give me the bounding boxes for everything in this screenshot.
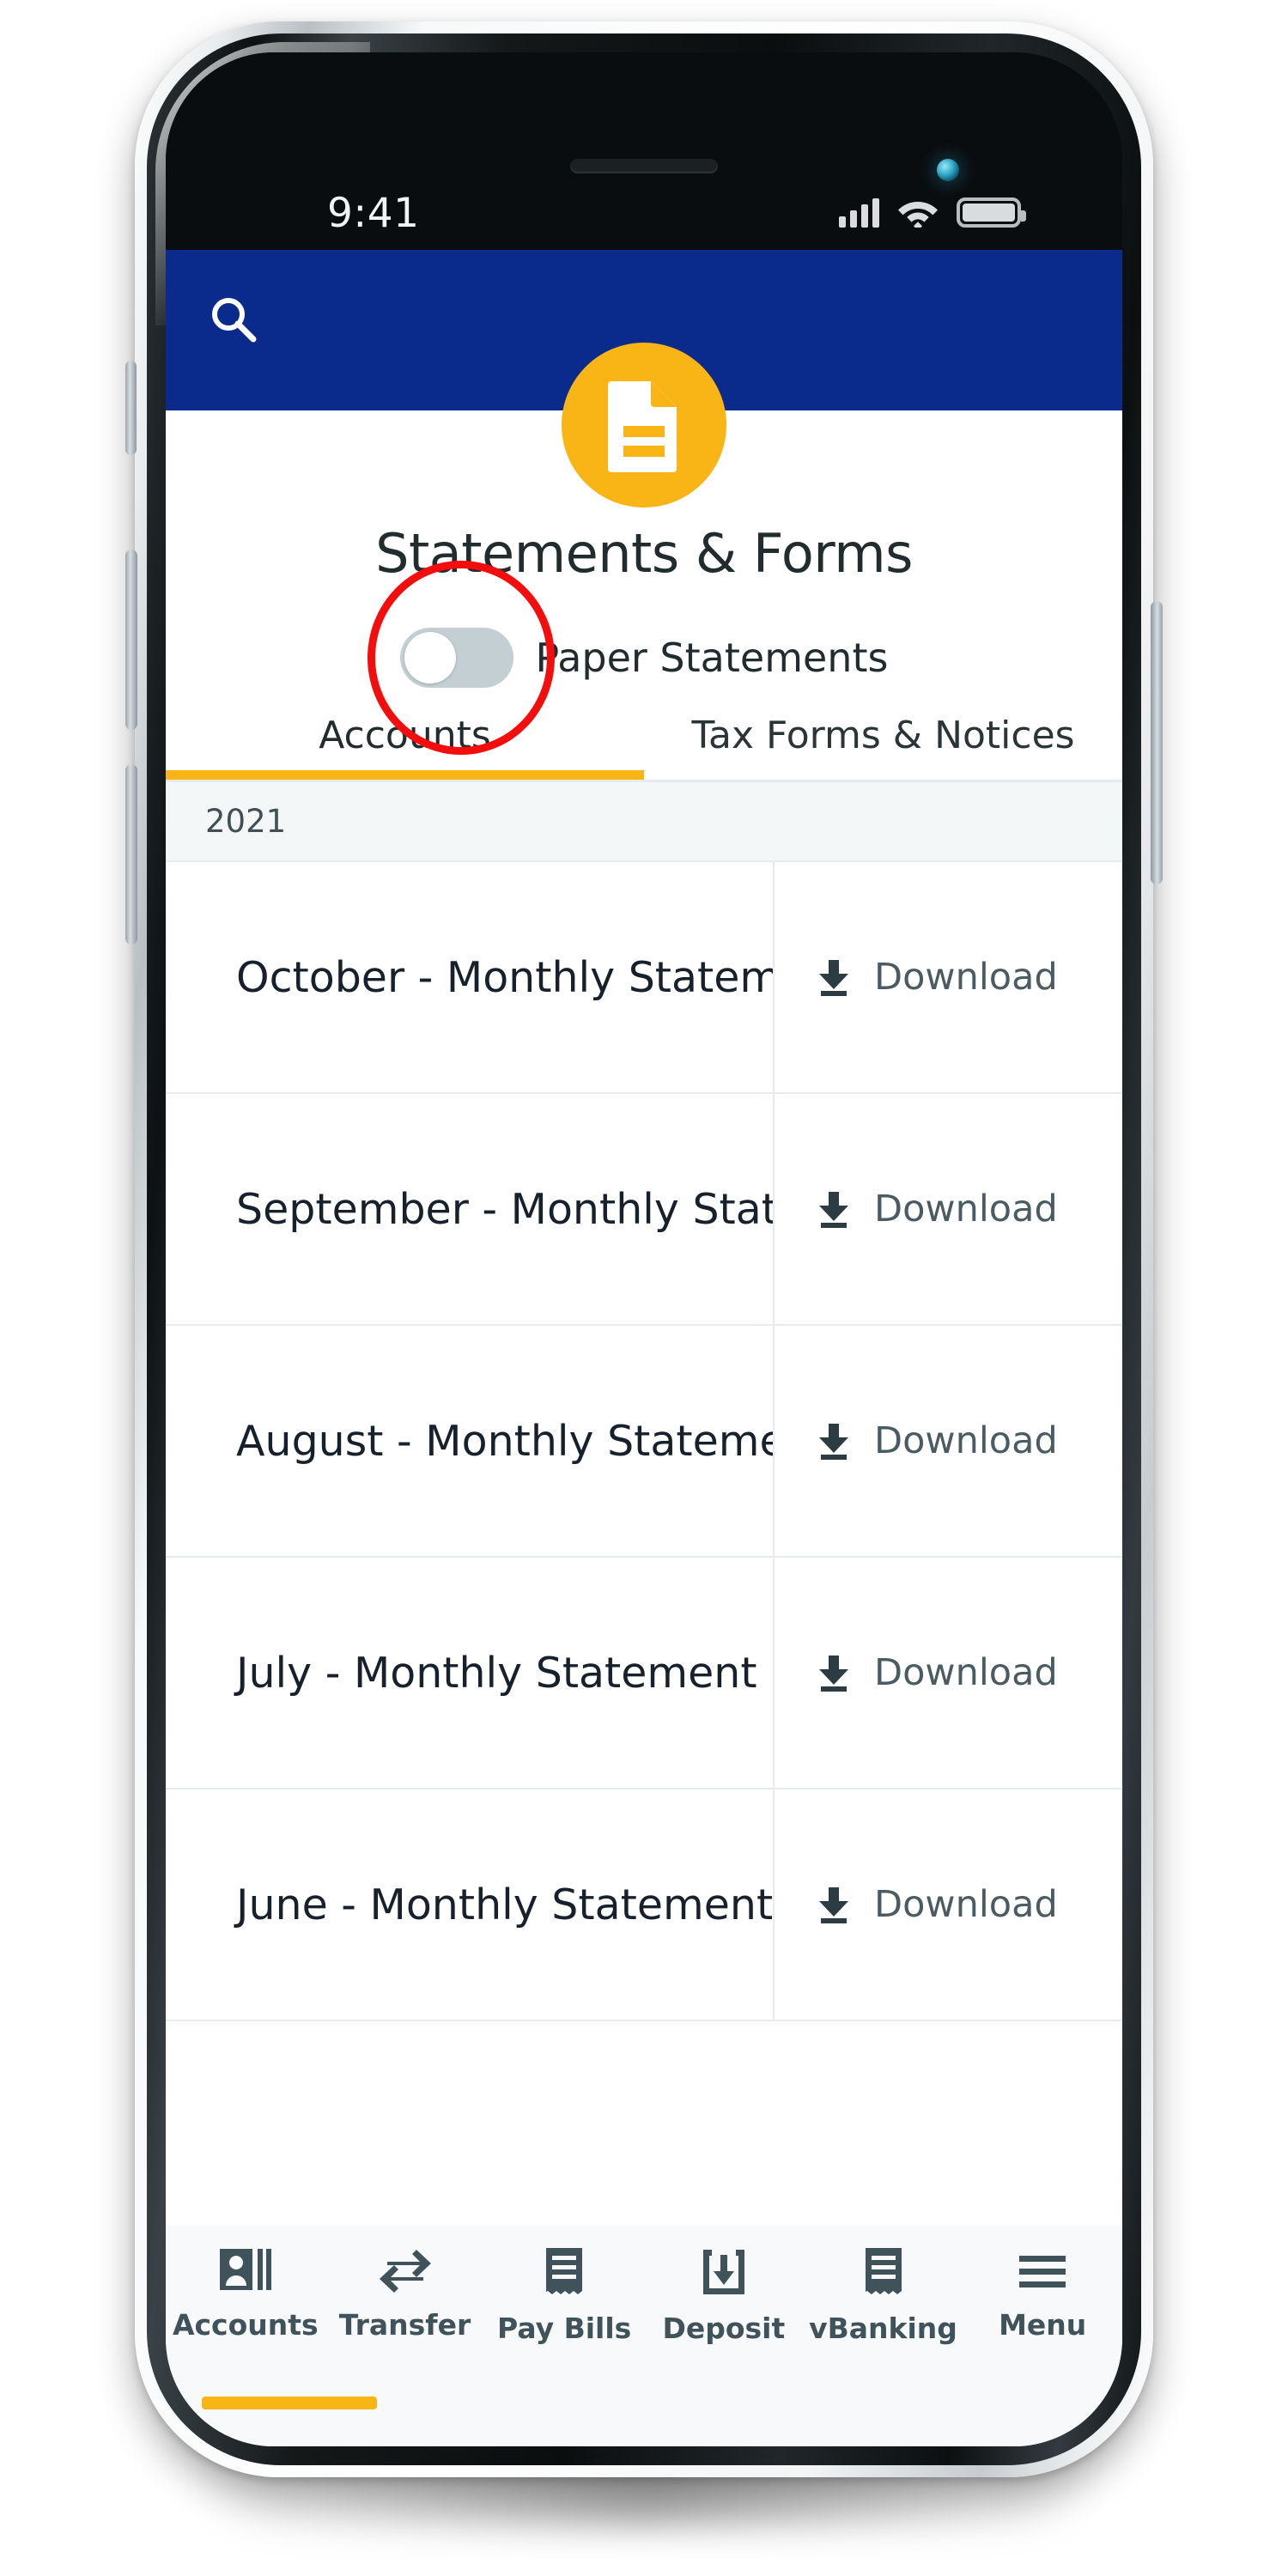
download-icon [816,1190,852,1228]
table-row[interactable]: September - Monthly State... Download [166,1094,1122,1326]
app-content: Statements & Forms Paper Statements Acco… [166,250,1122,2446]
toggle-knob [404,632,456,683]
download-label: Download [874,956,1058,999]
mute-switch[interactable] [125,361,137,455]
tab-tax-forms-notices[interactable]: Tax Forms & Notices [644,714,1122,780]
paper-statements-row: Paper Statements [166,561,1122,755]
status-bar-clock: 9:41 [327,190,420,237]
status-bar: 9:41 [166,52,1122,250]
nav-label: Pay Bills [497,2312,632,2345]
statement-title: July - Monthly Statement [236,1648,757,1698]
statement-title: June - Monthly Statement [236,1880,773,1929]
nav-label: Accounts [172,2308,319,2342]
earpiece-speaker-icon [570,159,718,173]
download-button[interactable]: Download [773,1094,1122,1324]
download-label: Download [874,1188,1058,1230]
active-tab-indicator [166,770,644,780]
transfer-arrows-icon [379,2248,432,2294]
document-badge [562,343,726,507]
phone-device-frame: 9:41 Statements & Forms Paper Statements… [135,21,1153,2477]
nav-label: vBanking [809,2312,957,2345]
table-row[interactable]: August - Monthly Statement Download [166,1326,1122,1558]
nav-item-menu[interactable]: Menu [963,2248,1122,2342]
statement-title: September - Monthly State... [236,1184,773,1234]
deposit-box-icon [700,2248,748,2298]
phone-screen: 9:41 Statements & Forms Paper Statements… [166,52,1122,2446]
bottom-navigation-bar: Accounts Transfer Pay Bills Deposit vBan… [166,2226,1122,2446]
download-icon [816,1422,852,1460]
nav-label: Transfer [338,2308,471,2342]
nav-item-vbanking[interactable]: vBanking [804,2248,963,2345]
nav-item-pay-bills[interactable]: Pay Bills [484,2248,644,2345]
volume-up-button[interactable] [125,550,137,730]
nav-label: Deposit [662,2312,786,2345]
battery-icon [957,197,1026,228]
tab-bar: Accounts Tax Forms & Notices [166,714,1122,780]
table-row[interactable]: October - Monthly Statement Download [166,862,1122,1094]
download-button[interactable]: Download [773,1558,1122,1788]
document-icon [605,378,683,472]
nav-item-accounts[interactable]: Accounts [166,2248,325,2342]
nav-item-deposit[interactable]: Deposit [644,2248,804,2345]
power-button[interactable] [1151,601,1163,884]
home-indicator [202,2397,377,2409]
download-button[interactable]: Download [773,862,1122,1092]
download-icon [816,958,852,996]
search-icon[interactable] [209,295,258,344]
download-button[interactable]: Download [773,1789,1122,2020]
paper-statements-toggle[interactable] [399,628,513,688]
download-label: Download [874,1419,1058,1462]
nav-label: Menu [999,2308,1087,2342]
front-camera-icon [937,159,959,181]
hamburger-icon [1016,2248,1069,2294]
scene: 9:41 Statements & Forms Paper Statements… [0,0,1288,2576]
download-label: Download [874,1883,1058,1926]
receipt-icon [860,2248,907,2298]
table-row[interactable]: June - Monthly Statement Download [166,1789,1122,2021]
paper-statements-label: Paper Statements [535,635,889,681]
receipt-icon [541,2248,587,2298]
download-button[interactable]: Download [773,1326,1122,1556]
id-card-icon [219,2248,272,2294]
year-section-header: 2021 [166,782,1122,862]
nav-item-transfer[interactable]: Transfer [325,2248,485,2342]
notch [404,52,884,159]
cellular-signal-icon [839,198,879,228]
wifi-icon [898,197,938,228]
download-label: Download [874,1651,1058,1694]
page-title: Statements & Forms [375,522,913,585]
table-row[interactable]: July - Monthly Statement Download [166,1558,1122,1789]
statement-title: October - Monthly Statement [236,952,773,1002]
volume-down-button[interactable] [125,764,137,945]
statement-title: August - Monthly Statement [236,1416,773,1466]
download-icon [816,1886,852,1923]
download-icon [816,1654,852,1692]
status-bar-icons [839,197,1026,228]
